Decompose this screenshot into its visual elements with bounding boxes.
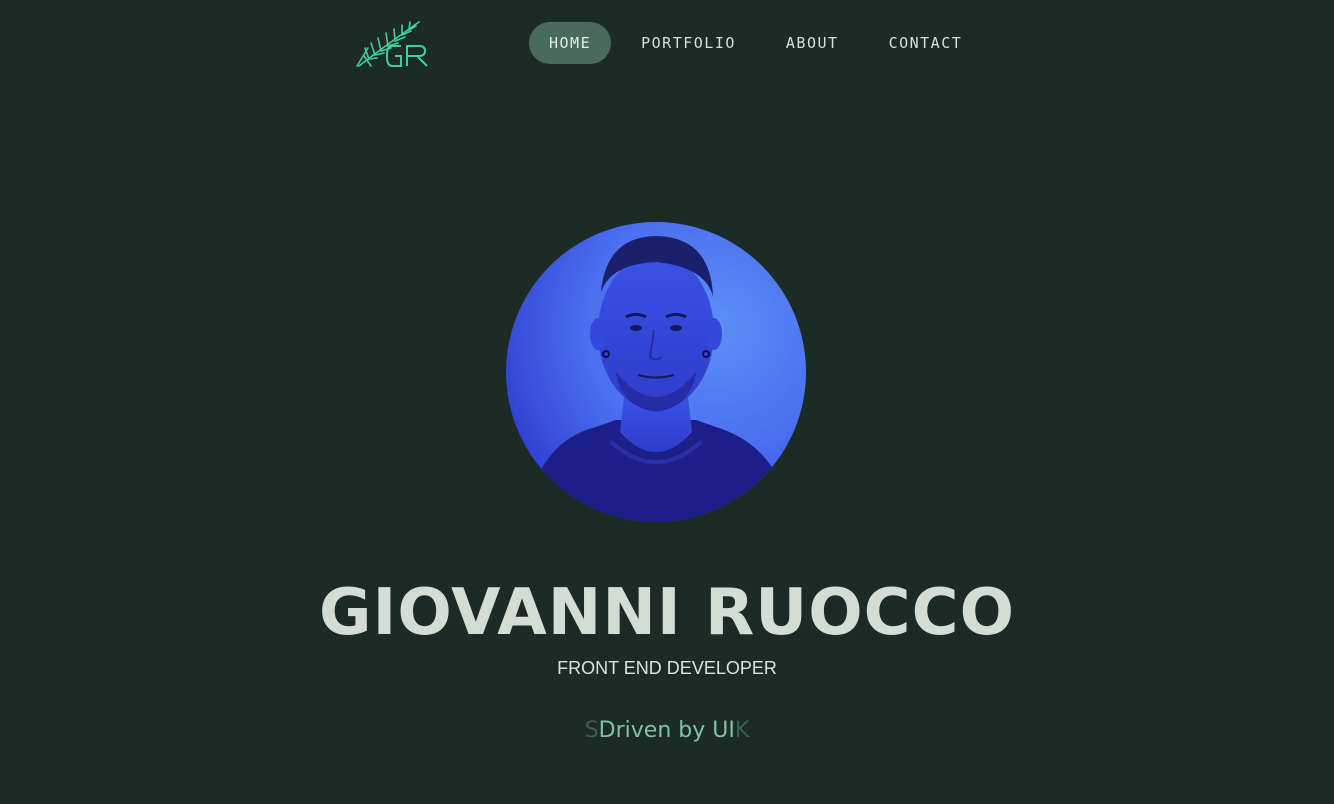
nav-item-contact[interactable]: CONTACT — [869, 22, 983, 64]
tagline-text: Driven by UI — [598, 718, 735, 743]
tagline-ghost-right: K — [734, 718, 750, 743]
fern-leaf-icon — [356, 21, 428, 67]
nav-item-home[interactable]: HOME — [529, 22, 612, 64]
nav-item-about[interactable]: ABOUT — [766, 22, 859, 64]
nav-portfolio-label: PORTFOLIO — [641, 34, 736, 52]
hero-tagline: SDriven by UIK — [0, 716, 1334, 746]
nav-item-portfolio[interactable]: PORTFOLIO — [621, 22, 756, 64]
profile-photo — [506, 222, 806, 522]
hero-name: GIOVANNI RUOCCO — [319, 576, 1015, 650]
nav-about-label: ABOUT — [785, 34, 839, 52]
nav-contact-label: CONTACT — [888, 34, 963, 52]
hero-role: FRONT END DEVELOPER — [557, 658, 777, 678]
portrait-image — [506, 222, 806, 522]
tagline-ghost-left: S — [584, 718, 599, 743]
main-nav: HOME PORTFOLIO ABOUT CONTACT — [529, 22, 992, 64]
nav-home-label: HOME — [549, 34, 592, 52]
site-logo[interactable] — [355, 18, 433, 70]
